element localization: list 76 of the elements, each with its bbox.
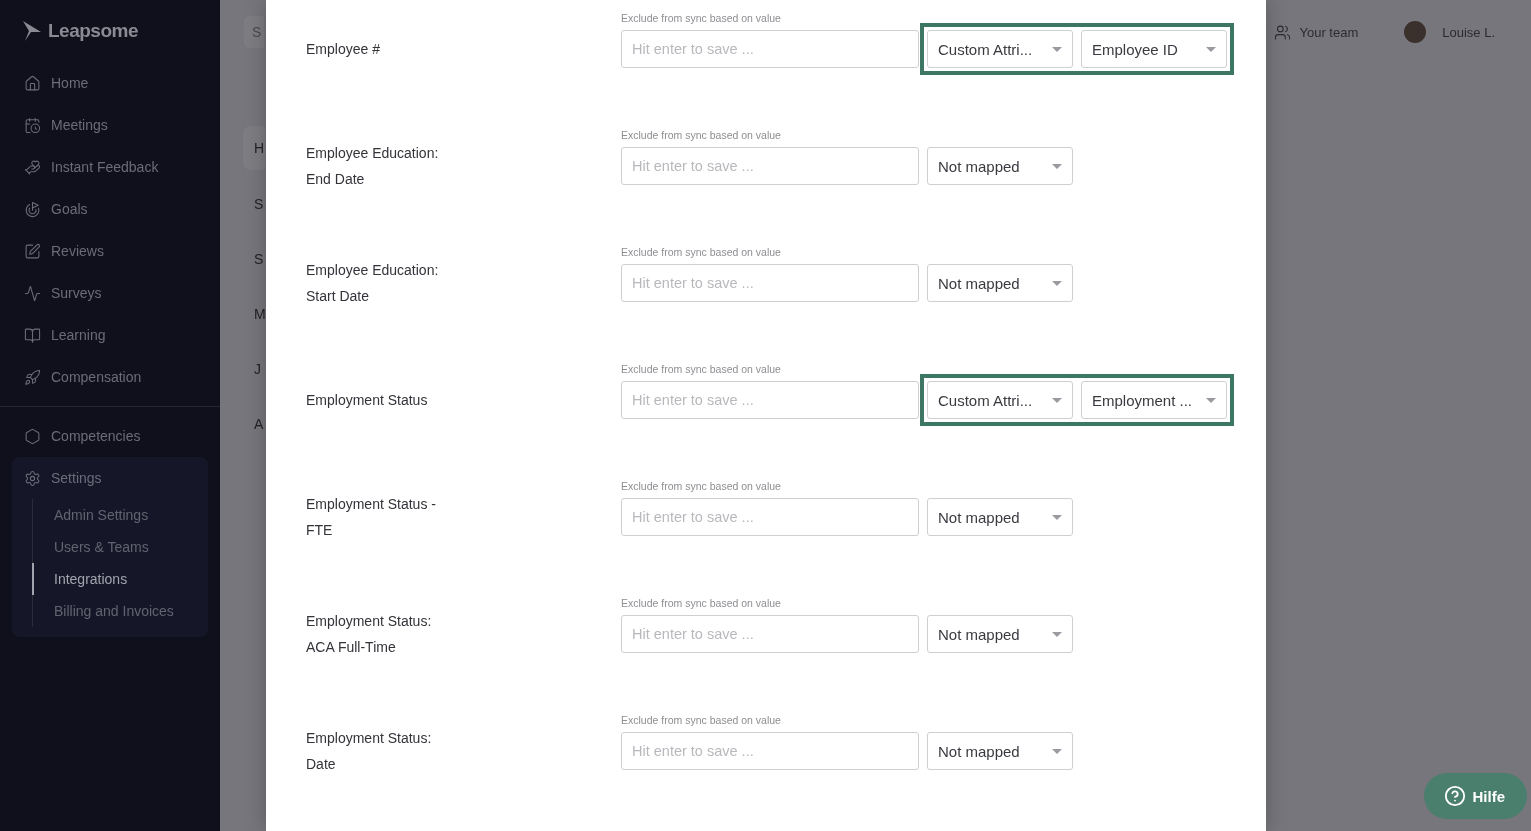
help-button[interactable]: Hilfe <box>1424 773 1527 819</box>
nav-item[interactable]: Home <box>12 62 208 104</box>
nav-subitem[interactable]: Integrations <box>32 563 208 595</box>
input-field[interactable]: Hit enter to save ... <box>621 732 919 770</box>
input-field[interactable]: Hit enter to save ... <box>621 498 919 536</box>
field-label: Employee Education: End Date <box>306 144 440 189</box>
caret-icon <box>1052 163 1062 169</box>
field-caption: Exclude from sync based on value <box>621 362 782 376</box>
field-label: Employment Status - FTE <box>306 495 437 540</box>
pulse-icon <box>24 284 41 302</box>
nav-item[interactable]: Reviews <box>12 230 208 272</box>
people-icon <box>1274 23 1292 41</box>
input-field[interactable]: Hit enter to save ... <box>621 30 919 68</box>
field-caption: Exclude from sync based on value <box>621 245 782 259</box>
help-icon <box>1444 785 1467 807</box>
dropdown[interactable]: Employment ... <box>1081 381 1227 419</box>
field-caption: Exclude from sync based on value <box>621 128 782 142</box>
list-item[interactable]: A <box>243 396 265 451</box>
input-field[interactable]: Hit enter to save ... <box>621 381 919 419</box>
dropdown[interactable]: Employee ID <box>1081 30 1227 68</box>
caret-icon <box>1206 46 1216 52</box>
dropdown[interactable]: Not mapped <box>927 264 1073 302</box>
caret-icon <box>1206 397 1216 403</box>
nav-item[interactable]: Surveys <box>12 272 208 314</box>
field-caption: Exclude from sync based on value <box>621 11 782 25</box>
input-field[interactable]: Hit enter to save ... <box>621 147 919 185</box>
settings-icon <box>24 469 41 487</box>
nav-subitem[interactable]: Billing and Invoices <box>32 595 208 627</box>
dropdown[interactable]: Not mapped <box>927 615 1073 653</box>
dropdown[interactable]: Not mapped <box>927 498 1073 536</box>
list-item[interactable]: M <box>243 286 265 341</box>
list-item[interactable]: J <box>243 341 265 396</box>
nav-subitem[interactable]: Admin Settings <box>32 499 208 531</box>
input-field[interactable]: Hit enter to save ... <box>621 264 919 302</box>
dropdown[interactable]: Not mapped <box>927 147 1073 185</box>
rocket-icon <box>24 368 41 386</box>
dropdown[interactable]: Custom Attri... <box>927 30 1073 68</box>
field-label: Employee Education: Start Date <box>306 261 440 306</box>
hexagon-icon <box>24 427 41 445</box>
field-caption: Exclude from sync based on value <box>621 713 782 727</box>
nav-item[interactable]: Goals <box>12 188 208 230</box>
dropdown[interactable]: Custom Attri... <box>927 381 1073 419</box>
nav-item[interactable]: Meetings <box>12 104 208 146</box>
caret-icon <box>1052 748 1062 754</box>
tab[interactable]: H <box>243 126 265 170</box>
nav-item[interactable]: Instant Feedback <box>12 146 208 188</box>
book-icon <box>24 326 41 344</box>
home-icon <box>24 74 41 92</box>
nav-item[interactable]: Compensation <box>12 356 208 398</box>
hand-heart-icon <box>24 158 41 176</box>
caret-icon <box>1052 631 1062 637</box>
caret-icon <box>1052 280 1062 286</box>
target-icon <box>24 200 41 218</box>
edit-icon <box>24 242 41 260</box>
list-item[interactable]: S <box>243 231 265 286</box>
logo-text: Leapsome <box>48 20 138 42</box>
nav-item[interactable]: Learning <box>12 314 208 356</box>
avatar[interactable] <box>1404 21 1427 43</box>
team-link[interactable]: Your team <box>1299 24 1359 40</box>
user-name[interactable]: Louise L. <box>1442 24 1495 40</box>
field-label: Employee # <box>306 40 381 59</box>
nav-item[interactable]: Competencies <box>12 415 208 457</box>
field-label: Employment Status: Date <box>306 729 433 774</box>
field-caption: Exclude from sync based on value <box>621 479 782 493</box>
dropdown[interactable]: Not mapped <box>927 732 1073 770</box>
field-label: Employment Status: ACA Full-Time <box>306 612 433 657</box>
nav-subitem[interactable]: Users & Teams <box>32 531 208 563</box>
input-field[interactable]: Hit enter to save ... <box>621 615 919 653</box>
caret-icon <box>1052 46 1062 52</box>
calendar-icon <box>24 116 41 134</box>
nav-item[interactable]: Settings <box>12 457 208 499</box>
field-label: Employment Status <box>306 391 429 410</box>
list-item[interactable]: S <box>243 176 265 231</box>
caret-icon <box>1052 514 1062 520</box>
field-caption: Exclude from sync based on value <box>621 596 782 610</box>
caret-icon <box>1052 397 1062 403</box>
